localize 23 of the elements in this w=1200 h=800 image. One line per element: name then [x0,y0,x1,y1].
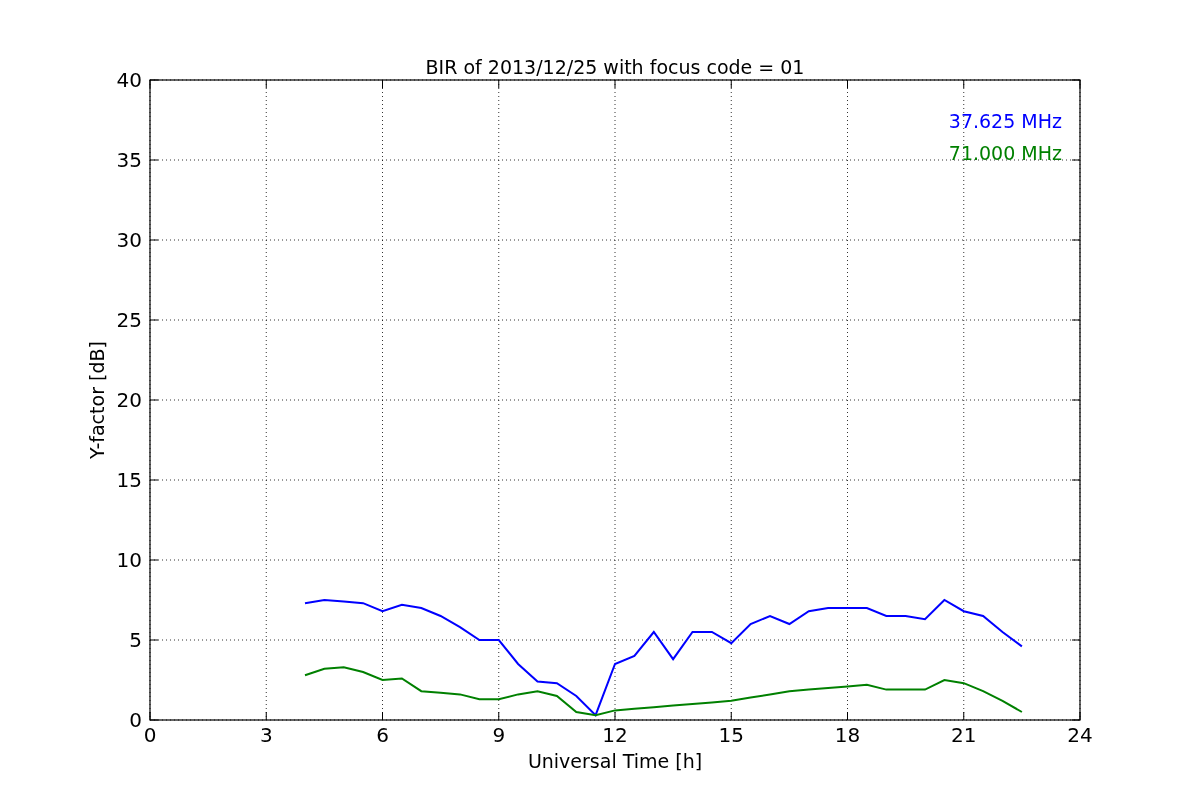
y-tick-label: 10 [116,548,142,572]
x-tick-label: 18 [834,723,861,747]
y-tick-label: 35 [116,148,142,172]
x-tick-label: 9 [492,723,506,747]
x-tick-label: 0 [143,723,157,747]
y-tick-label: 30 [116,228,142,252]
x-tick-label: 15 [718,723,744,747]
y-tick-label: 15 [116,468,142,492]
x-tick-label: 21 [951,723,977,747]
chart-title: BIR of 2013/12/25 with focus code = 01 [425,56,805,78]
series-label: 37.625 MHz [948,110,1062,132]
y-tick-label: 5 [129,628,142,652]
y-tick-label: 0 [129,708,142,732]
y-tick-label: 40 [116,68,142,92]
x-tick-label: 24 [1067,723,1093,747]
x-tick-label: 12 [602,723,628,747]
y-axis-title: Y-factor [dB] [86,341,108,459]
x-tick-label: 6 [376,723,389,747]
x-axis-title: Universal Time [h] [527,750,703,772]
x-tick-label: 3 [259,723,273,747]
series-label: 71.000 MHz [948,142,1062,164]
y-tick-label: 20 [116,388,142,412]
y-tick-label: 25 [116,308,142,332]
